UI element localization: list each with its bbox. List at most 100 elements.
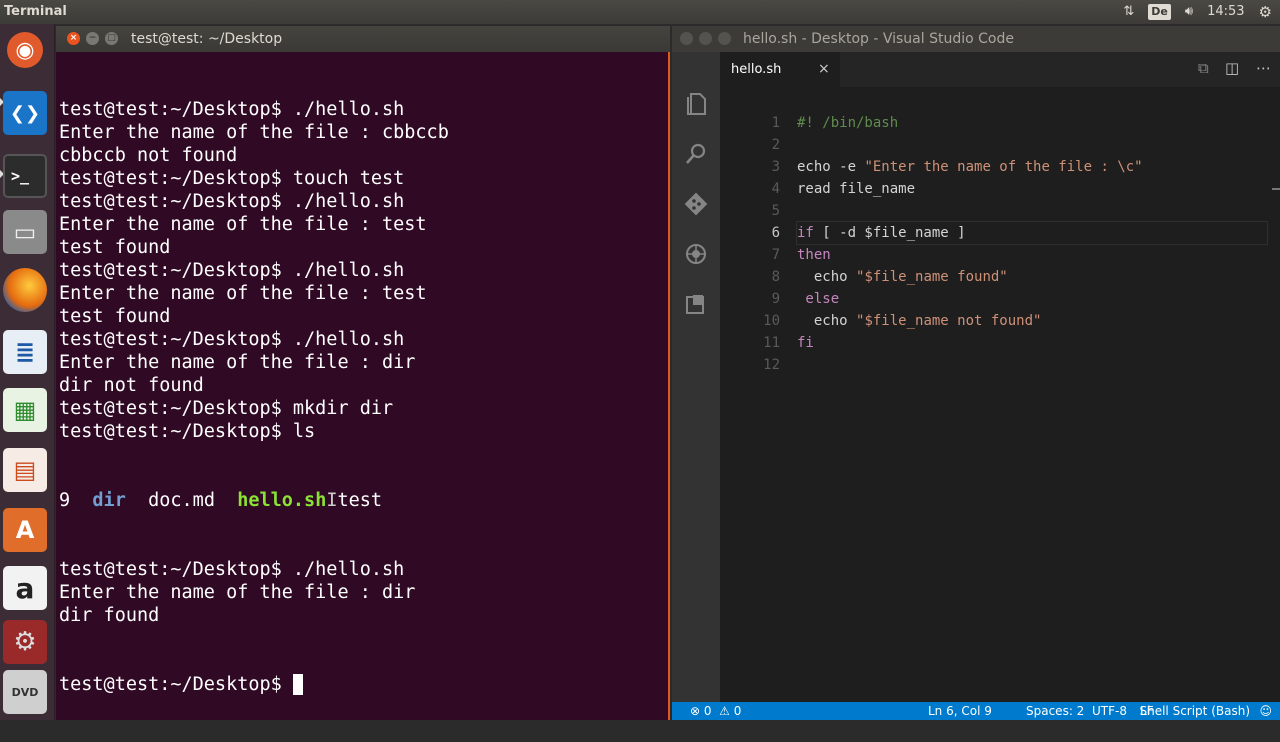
close-window-button[interactable]	[680, 32, 693, 45]
ubuntu-dash-icon[interactable]: ◉	[7, 32, 43, 68]
source-control-icon[interactable]	[682, 190, 710, 218]
warning-icon: ⚠	[719, 704, 730, 718]
keyboard-layout-indicator[interactable]: De	[1148, 4, 1171, 20]
maximize-window-button[interactable]: □	[105, 32, 118, 45]
settings-gear-icon[interactable]: ⚙	[1259, 0, 1272, 24]
vscode-titlebar[interactable]: hello.sh - Desktop - Visual Studio Code	[672, 26, 1280, 52]
code-line[interactable]: #! /bin/bash	[797, 112, 1267, 134]
network-updown-icon[interactable]: ⇅	[1123, 0, 1134, 24]
error-count: 0	[703, 704, 712, 718]
tab-label: hello.sh	[731, 62, 782, 77]
top-panel: Terminal ⇅ De 🔊︎ 14:53 ⚙	[0, 0, 1280, 24]
minimize-window-button[interactable]: −	[86, 32, 99, 45]
terminal-line: cbbccb not found	[59, 145, 238, 166]
code-line[interactable]: then	[797, 244, 1267, 266]
code-line[interactable]	[797, 134, 1267, 156]
tab-hello-sh[interactable]: hello.sh ×	[720, 52, 840, 87]
code-line[interactable]: echo "$file_name found"	[797, 266, 1267, 288]
system-settings-icon[interactable]: ⚙	[3, 620, 47, 664]
terminal-line: dir not found	[59, 375, 204, 396]
editor-area: hello.sh × ⧉ ◫ ⋯ 1 2 3 4 5 6 7 8 9 10 11 12 #! /bin…	[720, 52, 1280, 712]
code-line[interactable]	[797, 200, 1267, 222]
code-token: then	[797, 247, 831, 263]
impress-icon[interactable]: ▤	[3, 448, 47, 492]
shell-prompt: test@test:~/Desktop$	[59, 674, 293, 695]
tab-close-icon[interactable]: ×	[818, 52, 830, 87]
amazon-icon[interactable]: a	[3, 566, 47, 610]
code-token: else	[797, 291, 840, 307]
code-line[interactable]: echo -e "Enter the name of the file : \c…	[797, 156, 1267, 178]
warning-count: 0	[733, 704, 742, 718]
terminal-line: test@test:~/Desktop$ ./hello.sh	[59, 329, 405, 350]
code-token: echo	[797, 313, 857, 329]
files-icon[interactable]: ▭	[3, 210, 47, 254]
volume-icon[interactable]: 🔊︎	[1185, 0, 1193, 24]
feedback-icon[interactable]: ☺	[1259, 702, 1272, 720]
terminal-body[interactable]: test@test:~/Desktop$ ./hello.sh Enter the…	[56, 52, 670, 720]
terminal-line: test@test:~/Desktop$ touch test	[59, 168, 405, 189]
vscode-icon[interactable]: ❮❯	[3, 91, 47, 135]
code-token: [ -d $file_name ]	[813, 225, 966, 241]
clock[interactable]: 14:53	[1207, 0, 1244, 24]
terminal-line: dir found	[59, 605, 160, 626]
writer-icon[interactable]: ≣	[3, 330, 47, 374]
code-line[interactable]: if [ -d $file_name ]	[796, 221, 1268, 245]
vscode-title: hello.sh - Desktop - Visual Studio Code	[743, 31, 1014, 47]
prompt-line[interactable]: test@test:~/Desktop$	[59, 673, 449, 696]
more-actions-icon[interactable]: ⋯	[1256, 59, 1271, 77]
terminal-line: Enter the name of the file : dir	[59, 352, 416, 373]
calc-icon[interactable]: ▦	[3, 388, 47, 432]
code-line[interactable]: read file_name	[797, 178, 1267, 200]
minimize-window-button[interactable]	[699, 32, 712, 45]
software-center-icon[interactable]: A	[3, 508, 47, 552]
line-number: 8	[771, 269, 780, 285]
line-number: 12	[763, 357, 780, 373]
ls-item: 9	[59, 490, 71, 511]
code-token: read file_name	[797, 181, 916, 197]
indentation[interactable]: Spaces: 2	[1026, 702, 1084, 720]
line-number: 3	[771, 159, 780, 175]
code-token: echo	[797, 269, 857, 285]
terminal-titlebar[interactable]: × − □ test@test: ~/Desktop	[56, 26, 670, 52]
cursor-position[interactable]: Ln 6, Col 9	[928, 702, 992, 720]
terminal-line: test@test:~/Desktop$ mkdir dir	[59, 398, 394, 419]
language-mode[interactable]: Shell Script (Bash)	[1139, 702, 1250, 720]
code-token: "Enter the name of the file : \c"	[864, 159, 1143, 175]
code-line[interactable]: fi	[797, 332, 1267, 354]
active-app-name: Terminal	[4, 4, 67, 19]
line-number: 9	[771, 291, 780, 307]
open-changes-icon[interactable]: ⧉	[1198, 59, 1209, 77]
close-window-button[interactable]: ×	[67, 32, 80, 45]
terminal-line: test@test:~/Desktop$ ./hello.sh	[59, 260, 405, 281]
explorer-icon[interactable]	[682, 90, 710, 118]
problems-indicator[interactable]: ⊗ 0 ⚠ 0	[690, 702, 741, 720]
debug-icon[interactable]	[682, 240, 710, 268]
dvd-icon[interactable]: DVD	[3, 670, 47, 714]
terminal-line: test@test:~/Desktop$ ./hello.sh	[59, 99, 405, 120]
code-line[interactable]: echo "$file_name not found"	[797, 310, 1267, 332]
encoding[interactable]: UTF-8	[1092, 702, 1127, 720]
terminal-line: test found	[59, 306, 171, 327]
extensions-icon[interactable]	[682, 290, 710, 318]
line-number: 6	[771, 225, 780, 241]
terminal-line: test@test:~/Desktop$ ls	[59, 421, 316, 442]
panel-indicators: ⇅ De 🔊︎ 14:53 ⚙	[1109, 0, 1280, 24]
maximize-window-button[interactable]	[718, 32, 731, 45]
code-token: #! /bin/bash	[797, 115, 899, 131]
search-icon[interactable]	[682, 140, 710, 168]
line-number: 1	[771, 115, 780, 131]
code-editor[interactable]: #! /bin/bash echo -e "Enter the name of t…	[796, 112, 1268, 376]
code-line[interactable]	[797, 354, 1267, 376]
status-bar: ⊗ 0 ⚠ 0 Ln 6, Col 9 Spaces: 2 UTF-8 LF S…	[672, 702, 1280, 720]
terminal-line: test found	[59, 237, 171, 258]
firefox-icon[interactable]	[3, 268, 47, 312]
code-line[interactable]: else	[797, 288, 1267, 310]
line-number-gutter: 1 2 3 4 5 6 7 8 9 10 11 12	[720, 112, 780, 376]
terminal-line: Enter the name of the file : cbbccb	[59, 122, 449, 143]
split-editor-icon[interactable]: ◫	[1225, 59, 1239, 77]
terminal-title: test@test: ~/Desktop	[131, 31, 283, 47]
keyboard-layout-badge: De	[1148, 4, 1171, 20]
terminal-icon[interactable]: >_	[3, 154, 47, 198]
overview-ruler[interactable]	[1272, 112, 1280, 232]
terminal-output-lines: test@test:~/Desktop$ ./hello.sh Enter the…	[59, 98, 449, 443]
